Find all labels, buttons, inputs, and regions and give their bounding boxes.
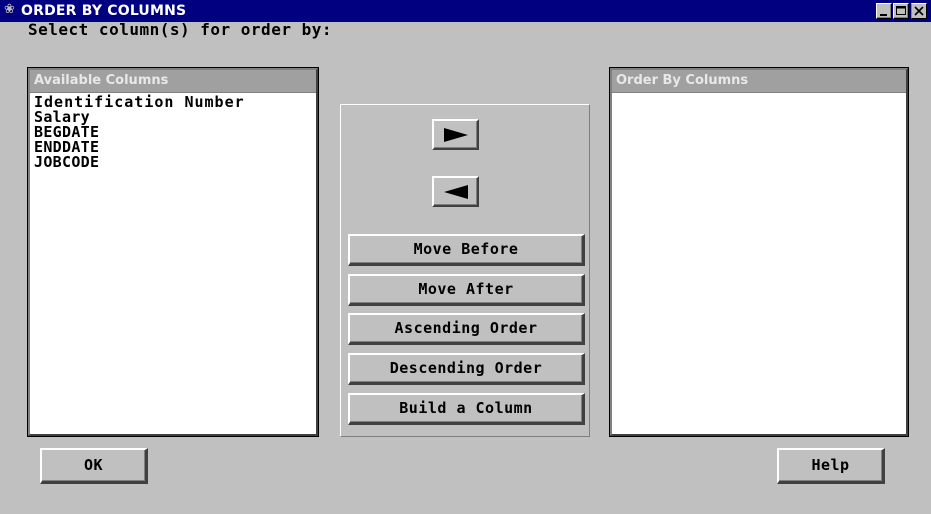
move-after-button[interactable]: Move After <box>348 274 585 306</box>
help-button[interactable]: Help <box>777 448 885 484</box>
order-by-columns-dialog: ❀ ORDER BY COLUMNS Select column(s) for … <box>0 0 931 514</box>
arrow-right-icon <box>444 128 468 142</box>
title-bar[interactable]: ❀ ORDER BY COLUMNS <box>0 0 931 22</box>
move-before-button[interactable]: Move Before <box>348 234 585 266</box>
add-column-button[interactable] <box>432 119 479 150</box>
build-column-button[interactable]: Build a Column <box>348 393 585 425</box>
ascending-order-button[interactable]: Ascending Order <box>348 313 585 345</box>
maximize-icon <box>896 6 906 15</box>
instruction-label: Select column(s) for order by: <box>28 20 332 39</box>
maximize-button[interactable] <box>893 3 909 19</box>
remove-column-button[interactable] <box>432 176 479 207</box>
minimize-button[interactable] <box>876 3 892 19</box>
available-columns-header: Available Columns <box>30 70 316 93</box>
close-button[interactable] <box>911 3 927 19</box>
list-item[interactable]: JOBCODE <box>34 155 312 170</box>
close-icon <box>914 6 924 16</box>
order-by-columns-list[interactable]: Order By Columns <box>609 67 909 437</box>
arrow-left-icon <box>444 185 468 199</box>
sas-app-icon: ❀ <box>4 2 15 17</box>
minimize-icon <box>880 14 887 16</box>
order-by-columns-header: Order By Columns <box>612 70 906 93</box>
descending-order-button[interactable]: Descending Order <box>348 353 585 385</box>
available-columns-list[interactable]: Available Columns Identification Number … <box>27 67 319 437</box>
window-title: ORDER BY COLUMNS <box>21 3 187 19</box>
ok-button[interactable]: OK <box>40 448 148 484</box>
action-panel <box>340 104 590 437</box>
